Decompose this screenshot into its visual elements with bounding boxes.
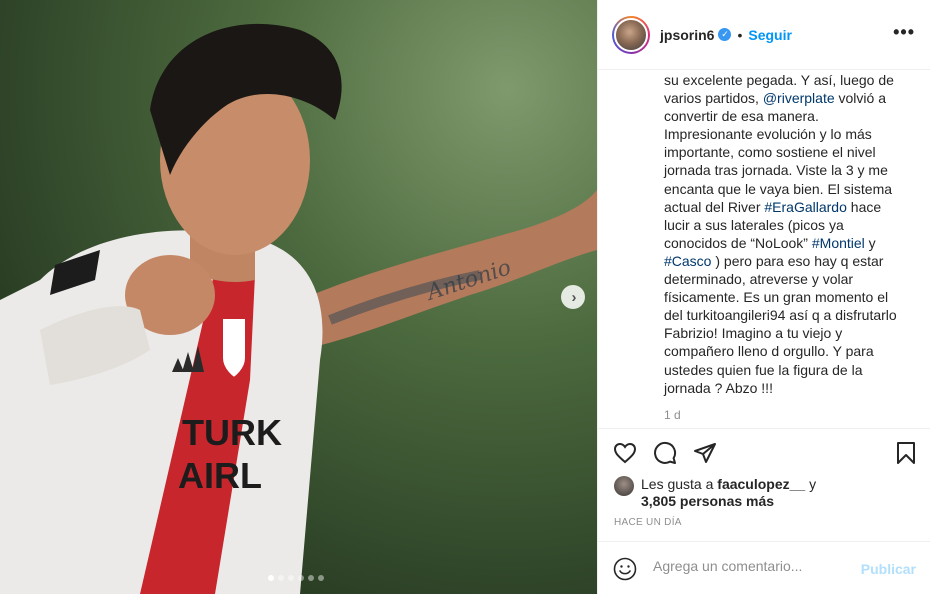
caption-text: Fabrizio! Imagino a tu viejo y: [664, 325, 843, 342]
chevron-right-icon: ›: [571, 288, 577, 306]
carousel-dot: [288, 575, 294, 581]
post-photo: Antonio TURK AIRL: [0, 23, 597, 594]
caption-link[interactable]: @riverplate: [763, 90, 835, 106]
caption-text: jornada ? Abzo !!!: [664, 379, 773, 396]
comment-bar: Publicar: [598, 541, 930, 594]
caption-line: conocidos de “NoLook” #Montiel y: [664, 234, 914, 252]
carousel-dot: [278, 575, 284, 581]
like-heart-icon[interactable]: [613, 441, 637, 465]
caption-text: físicamente. Es un gran momento el: [664, 289, 889, 306]
comment-input[interactable]: [653, 558, 853, 574]
photo-right-arm: [300, 190, 597, 350]
photo-jersey-text-1: TURK: [182, 412, 282, 453]
likes-suffix: y: [805, 476, 817, 492]
carousel-dots: [268, 575, 324, 581]
follow-button[interactable]: Seguir: [748, 27, 792, 43]
post-panel: jpsorin6 ✓ • Seguir ••• su excelente peg…: [597, 0, 930, 594]
photo-crest: [221, 317, 247, 380]
caption-line: actual del River #EraGallardo hace: [664, 198, 914, 216]
caption-line: varios partidos, @riverplate volvió a: [664, 89, 914, 107]
carousel-dot: [318, 575, 324, 581]
caption-line: encanta que le vaya bien. El sistema: [664, 180, 914, 198]
caption-line: Fabrizio! Imagino a tu viejo y: [664, 324, 914, 342]
share-send-icon[interactable]: [693, 441, 717, 465]
caption-text: volvió a: [834, 90, 886, 107]
post-media: Antonio TURK AIRL ›: [0, 0, 597, 594]
caption-text: convertir de esa manera.: [664, 108, 819, 125]
caption-line: importante, como sostiene el nivel: [664, 143, 914, 161]
caption-line: del turkitoangileri94 así q a disfrutarl…: [664, 306, 914, 324]
comment-bubble-icon[interactable]: [653, 441, 677, 465]
caption-line: convertir de esa manera.: [664, 107, 914, 125]
caption-text: actual del River: [664, 198, 765, 215]
save-bookmark-icon[interactable]: [894, 441, 918, 465]
caption-link[interactable]: #Casco: [664, 253, 711, 269]
carousel-dot: [308, 575, 314, 581]
avatar[interactable]: [612, 15, 650, 54]
post-caption: su excelente pegada. Y así, luego de vari…: [664, 71, 914, 397]
caption-text: hace: [846, 198, 882, 215]
caption-line: su excelente pegada. Y así, luego de: [664, 71, 914, 89]
caption-text: jornada tras jornada. Viste la 3 y me: [664, 162, 888, 179]
carousel-dot: [298, 575, 304, 581]
caption-line: Impresionante evolución y lo más: [664, 125, 914, 143]
caption-text: compañero lleno d orgullo. Y para: [664, 343, 874, 360]
caption-text: conocidos de “NoLook”: [664, 234, 812, 251]
likes-by: Les gusta a faaculopez__ y: [641, 476, 816, 492]
caption-line: #Casco ) pero para eso hay q estar: [664, 252, 914, 270]
liker-avatar[interactable]: [614, 476, 634, 496]
verified-badge-icon: ✓: [718, 28, 732, 41]
more-options-icon[interactable]: •••: [893, 22, 915, 43]
caption-line: compañero lleno d orgullo. Y para: [664, 342, 914, 360]
carousel-dot: [268, 575, 274, 581]
caption-text: Impresionante evolución y lo más: [664, 126, 872, 143]
caption-text: su excelente pegada. Y así, luego de: [664, 72, 894, 88]
emoji-icon[interactable]: [613, 557, 637, 581]
caption-line: lucir a sus laterales (picos ya: [664, 216, 914, 234]
caption-text: del turkitoangileri94 así q a disfrutarl…: [664, 307, 897, 324]
caption-line: jornada ? Abzo !!!: [664, 379, 914, 397]
header-separator: •: [737, 26, 743, 43]
caption-text: importante, como sostiene el nivel: [664, 144, 876, 161]
caption-text: y: [864, 234, 876, 251]
caption-line: ustedes quien fue la figura de la: [664, 361, 914, 379]
liker-username[interactable]: faaculopez__: [717, 476, 805, 492]
likes-prefix: Les gusta a: [641, 476, 718, 492]
caption-text: encanta que le vaya bien. El sistema: [664, 180, 893, 197]
photo-jersey-text-2: AIRL: [178, 455, 262, 496]
next-slide-button[interactable]: ›: [561, 285, 585, 309]
caption-line: determinado, atreverse y volar: [664, 270, 914, 288]
caption-link[interactable]: #EraGallardo: [764, 199, 847, 215]
post-timestamp[interactable]: HACE UN DÍA: [614, 517, 682, 528]
caption-line: físicamente. Es un gran momento el: [664, 288, 914, 306]
caption-text: determinado, atreverse y volar: [664, 271, 854, 288]
username-link[interactable]: jpsorin6: [660, 27, 714, 43]
post-header: jpsorin6 ✓ • Seguir •••: [598, 0, 930, 70]
likes-count[interactable]: 3,805 personas más: [641, 493, 774, 509]
caption-link[interactable]: #Montiel: [812, 235, 865, 251]
caption-line: jornada tras jornada. Viste la 3 y me: [664, 161, 914, 179]
caption-time[interactable]: 1 d: [664, 408, 681, 422]
caption-text: ) pero para eso hay q estar: [711, 252, 884, 269]
caption-text: varios partidos,: [664, 90, 763, 107]
post-actions: [598, 428, 930, 478]
caption-text: lucir a sus laterales (picos ya: [664, 216, 844, 233]
publish-button[interactable]: Publicar: [861, 561, 916, 577]
caption-text: ustedes quien fue la figura de la: [664, 361, 863, 378]
